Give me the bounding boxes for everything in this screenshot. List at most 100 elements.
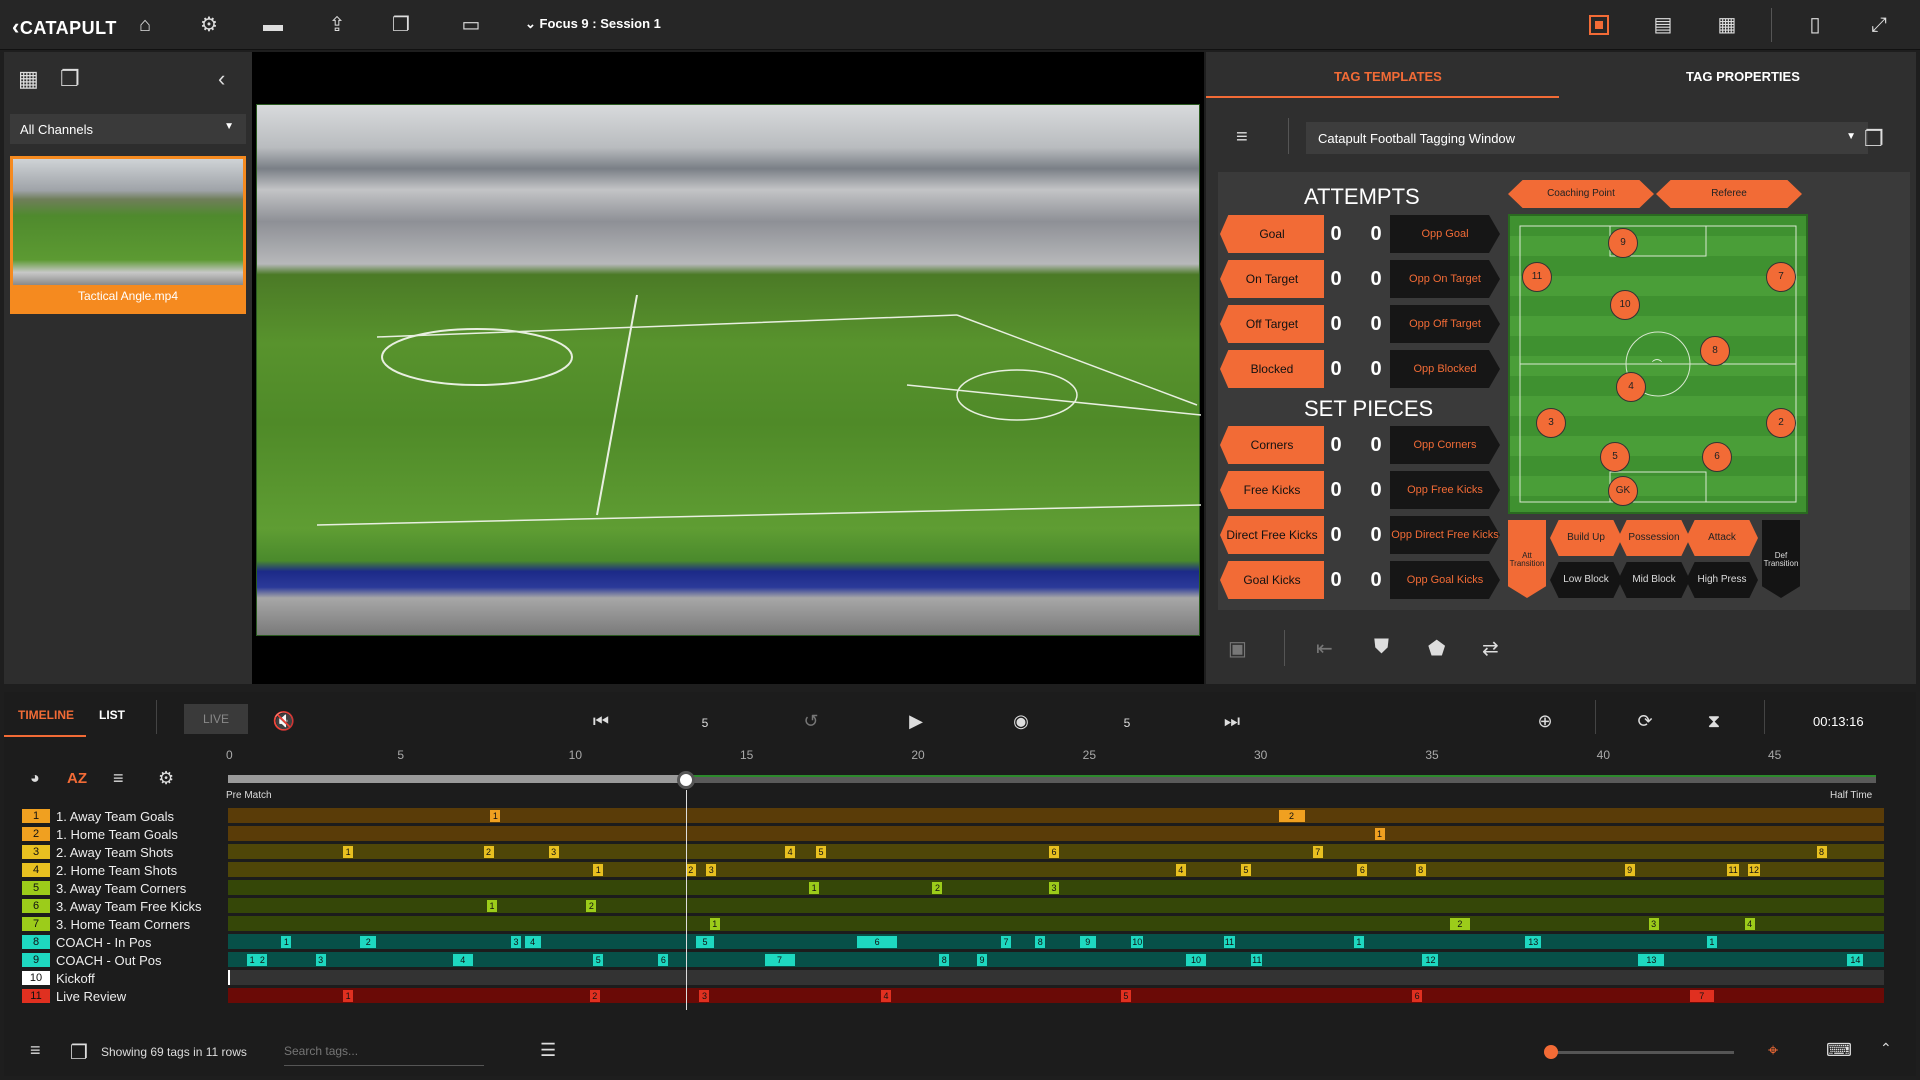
pin-icon[interactable]: ⌖: [1768, 1040, 1778, 1061]
tag-marker[interactable]: 1: [593, 864, 604, 876]
build-up-tag[interactable]: Build Up: [1550, 520, 1622, 556]
setpieces-own-tag-1[interactable]: Free Kicks: [1220, 471, 1324, 509]
window-icon[interactable]: ❐: [60, 66, 80, 92]
session-selector[interactable]: ⌄ Focus 9 : Session 1: [525, 16, 661, 32]
tag-marker[interactable]: 5: [815, 846, 826, 858]
attack-tag[interactable]: Attack: [1686, 520, 1758, 556]
tag-marker[interactable]: 3: [706, 864, 717, 876]
setpieces-opp-tag-2[interactable]: Opp Direct Free Kicks: [1390, 516, 1500, 554]
player-7[interactable]: 7: [1766, 262, 1796, 292]
player-3[interactable]: 3: [1536, 408, 1566, 438]
import-icon[interactable]: ⇤: [1316, 636, 1333, 661]
tag-marker[interactable]: 1: [247, 954, 258, 966]
video-player[interactable]: [252, 52, 1204, 684]
tag-marker[interactable]: 3: [315, 954, 326, 966]
att-transition-tag[interactable]: Att Transition: [1508, 520, 1546, 598]
gear-icon[interactable]: ⚙: [197, 13, 221, 37]
expand-icon[interactable]: ⤢: [1867, 13, 1891, 37]
setpieces-own-tag-3[interactable]: Goal Kicks: [1220, 561, 1324, 599]
timeline-row-label[interactable]: 11 Live Review: [22, 988, 126, 1004]
skip-end-icon[interactable]: ⏭: [1219, 708, 1245, 734]
layout-video-icon[interactable]: [1589, 15, 1609, 35]
referee-tag[interactable]: Referee: [1656, 180, 1802, 208]
low-block-tag[interactable]: Low Block: [1550, 562, 1622, 598]
timeline-row-label[interactable]: 3 2. Away Team Shots: [22, 844, 173, 860]
search-tags-input[interactable]: [284, 1038, 484, 1066]
shield-tag-icon[interactable]: ⛊: [1374, 636, 1389, 659]
tag-marker[interactable]: 2: [483, 846, 494, 858]
tag-marker[interactable]: 1: [281, 936, 292, 948]
tag-marker[interactable]: 9: [1079, 936, 1096, 948]
def-transition-tag[interactable]: Def Transition: [1762, 520, 1800, 598]
layout-grid-icon[interactable]: ▦: [1715, 13, 1739, 37]
setpieces-opp-tag-0[interactable]: Opp Corners: [1390, 426, 1500, 464]
tag-marker[interactable]: 11: [1251, 954, 1263, 966]
tag-marker[interactable]: 9: [1624, 864, 1635, 876]
tag-marker[interactable]: 11: [1223, 936, 1236, 948]
attempts-opp-tag-1[interactable]: Opp On Target: [1390, 260, 1500, 298]
tag-marker[interactable]: 4: [785, 846, 796, 858]
undo-icon[interactable]: ↺: [798, 708, 824, 734]
high-press-tag[interactable]: High Press: [1686, 562, 1758, 598]
timeline-row-label[interactable]: 7 3. Home Team Corners: [22, 916, 190, 932]
collapse-chevron-icon[interactable]: ‹: [218, 66, 225, 92]
setpieces-own-tag-2[interactable]: Direct Free Kicks: [1220, 516, 1324, 554]
tag-marker[interactable]: 3: [1648, 918, 1659, 930]
player-5[interactable]: 5: [1600, 442, 1630, 472]
tag-marker[interactable]: 5: [593, 954, 604, 966]
timeline-row-label[interactable]: 8 COACH - In Pos: [22, 934, 151, 950]
play-icon[interactable]: ▶: [903, 708, 929, 734]
tab-list[interactable]: LIST: [99, 708, 125, 722]
timeline-track[interactable]: 1: [228, 826, 1884, 841]
sort-az-icon[interactable]: AZ: [67, 770, 87, 787]
player-6[interactable]: 6: [1702, 442, 1732, 472]
tag-marker[interactable]: 5: [1120, 990, 1131, 1002]
player-gk[interactable]: GK: [1608, 476, 1638, 506]
setpieces-opp-tag-3[interactable]: Opp Goal Kicks: [1390, 561, 1500, 599]
tag-marker[interactable]: 13: [1525, 936, 1542, 948]
row-settings-icon[interactable]: ⚙: [158, 768, 174, 789]
tag-marker[interactable]: 10: [1131, 936, 1144, 948]
tag-marker[interactable]: 13: [1638, 954, 1665, 966]
loop-icon[interactable]: ⟳: [1632, 708, 1658, 734]
live-button[interactable]: LIVE: [184, 704, 248, 734]
attempts-opp-tag-3[interactable]: Opp Blocked: [1390, 350, 1500, 388]
keyboard-icon[interactable]: ⌨: [1826, 1040, 1852, 1061]
tag-marker[interactable]: 10: [1186, 954, 1207, 966]
timeline-track[interactable]: 1 2 3 4 5 6 7 8 9 10 11 12 13 14: [228, 952, 1884, 967]
attempts-own-tag-3[interactable]: Blocked: [1220, 350, 1324, 388]
tag-marker[interactable]: 2: [1278, 810, 1305, 822]
timeline-track[interactable]: 1 2 3: [228, 880, 1884, 895]
skip-start-icon[interactable]: ⏮: [588, 708, 614, 734]
player-8[interactable]: 8: [1700, 336, 1730, 366]
timeline-row-label[interactable]: 5 3. Away Team Corners: [22, 880, 186, 896]
tag-marker[interactable]: 8: [939, 954, 950, 966]
tag-marker[interactable]: 2: [589, 990, 600, 1002]
tag-marker[interactable]: 1: [1353, 936, 1364, 948]
forward-5-icon[interactable]: 5: [1114, 708, 1140, 734]
tab-timeline[interactable]: TIMELINE: [18, 708, 74, 722]
attempts-own-tag-0[interactable]: Goal: [1220, 215, 1324, 253]
tag-marker[interactable]: 2: [932, 882, 943, 894]
tag-marker[interactable]: 1: [487, 900, 497, 912]
timeline-track[interactable]: 12: [228, 808, 1884, 823]
tag-marker[interactable]: 12: [1422, 954, 1439, 966]
tag-marker[interactable]: 2: [1449, 918, 1470, 930]
swap-icon[interactable]: ⇄: [1482, 636, 1499, 661]
tag-marker[interactable]: 1: [343, 990, 354, 1002]
tag-marker[interactable]: 7: [1689, 990, 1714, 1002]
player-10[interactable]: 10: [1610, 290, 1640, 320]
tag-marker[interactable]: 9: [977, 954, 987, 966]
player-2[interactable]: 2: [1766, 408, 1796, 438]
tag-marker[interactable]: 8: [1816, 846, 1827, 858]
tag-marker[interactable]: 3: [1048, 882, 1059, 894]
timeline-track[interactable]: 1 2 3 4 5 6 7 8: [228, 844, 1884, 859]
mid-block-tag[interactable]: Mid Block: [1618, 562, 1690, 598]
timeline-row-label[interactable]: 4 2. Home Team Shots: [22, 862, 177, 878]
tag-marker[interactable]: 12: [1748, 864, 1761, 876]
tag-marker[interactable]: 1: [343, 846, 354, 858]
timeline-track[interactable]: 1 2 3 4 5 6 8 9 11 12: [228, 862, 1884, 877]
tag-marker[interactable]: 14: [1847, 954, 1864, 966]
coaching-point-tag[interactable]: Coaching Point: [1508, 180, 1654, 208]
tab-tag-templates[interactable]: TAG TEMPLATES: [1334, 69, 1442, 84]
